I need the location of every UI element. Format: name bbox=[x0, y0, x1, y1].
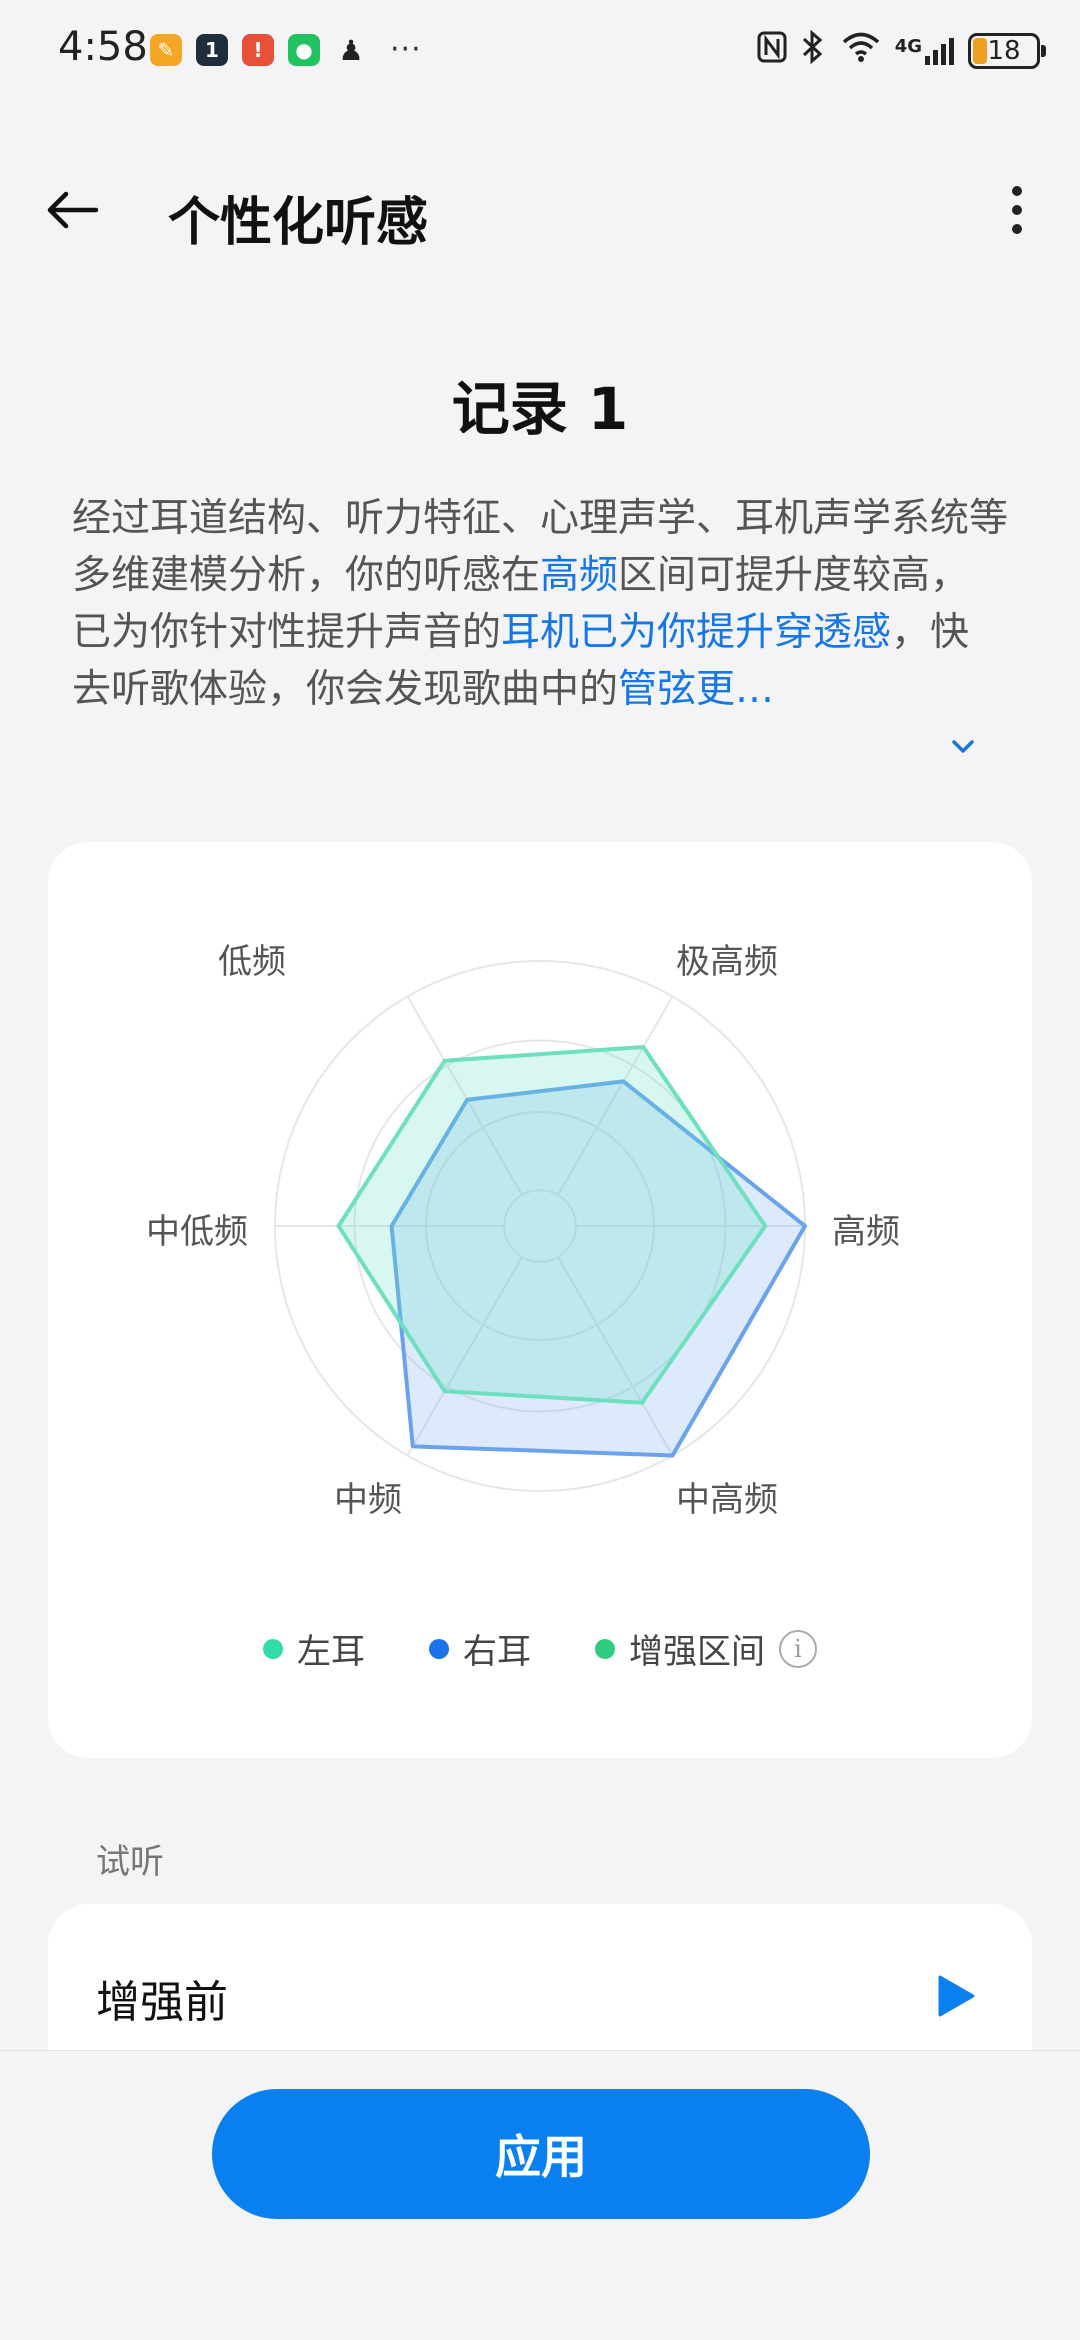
info-icon[interactable]: i bbox=[779, 1629, 817, 1668]
desc-highlight: 高频 bbox=[540, 553, 619, 598]
red-app-icon: ! bbox=[242, 34, 274, 66]
play-icon[interactable] bbox=[936, 1974, 976, 2018]
back-button[interactable] bbox=[44, 180, 124, 240]
legend-left-ear: 左耳 bbox=[263, 1624, 365, 1673]
nfc-icon bbox=[757, 31, 787, 71]
notification-icons: ✎ 1 ! ● ♟ ··· bbox=[150, 32, 422, 67]
network-type: 4G bbox=[894, 36, 922, 57]
radar-axis-label: 高频 bbox=[832, 1212, 900, 1252]
page-title: 个性化听感 bbox=[168, 193, 429, 253]
status-time: 4:58 bbox=[58, 24, 148, 70]
orange-app-icon: ✎ bbox=[150, 34, 182, 66]
legend-dot-right-ear bbox=[429, 1638, 449, 1659]
radar-axis-label: 中低频 bbox=[146, 1212, 248, 1252]
radar-axis-label: 中高频 bbox=[676, 1480, 778, 1520]
chevron-down-icon[interactable] bbox=[948, 732, 978, 762]
section-label-audition: 试听 bbox=[96, 1842, 164, 1882]
desc-highlight: 耳机已为你提升穿透感 bbox=[501, 610, 892, 655]
more-vertical-icon bbox=[1012, 186, 1022, 196]
back-arrow-icon bbox=[47, 191, 99, 229]
legend-enhanced: 增强区间 i bbox=[595, 1624, 817, 1673]
chart-legend: 左耳 右耳 增强区间 i bbox=[48, 1624, 1032, 1673]
menu-dot bbox=[1012, 224, 1022, 234]
radar-axis-label: 极高频 bbox=[676, 942, 778, 982]
dark-app-icon: 1 bbox=[196, 34, 228, 66]
battery-level: 18 bbox=[987, 36, 1021, 66]
desc-highlight: 管弦更… bbox=[618, 667, 775, 712]
more-options-button[interactable] bbox=[1002, 180, 1032, 240]
bottom-action-bar: 应用 bbox=[0, 2050, 1080, 2340]
legend-label: 右耳 bbox=[463, 1632, 531, 1672]
wechat-icon: ● bbox=[288, 34, 320, 66]
battery-icon: 18 bbox=[968, 33, 1046, 69]
legend-label: 增强区间 bbox=[629, 1632, 765, 1672]
legend-label: 左耳 bbox=[297, 1632, 365, 1672]
radar-axis-label: 中频 bbox=[334, 1480, 402, 1520]
record-title: 记录 1 bbox=[451, 375, 629, 443]
legend-dot-enhanced bbox=[595, 1638, 615, 1659]
radar-axis-label: 低频 bbox=[218, 942, 286, 982]
radar-chart-card: 低频 极高频高频中高频 中频 中低频 左耳 右耳 增强区间 i bbox=[48, 842, 1032, 1758]
audition-before-label: 增强前 bbox=[96, 1977, 228, 2028]
menu-dot bbox=[1012, 205, 1022, 215]
legend-right-ear: 右耳 bbox=[429, 1624, 531, 1673]
cellular-signal-icon: 4G bbox=[895, 36, 954, 66]
record-description: 经过耳道结构、听力特征、心理声学、耳机声学系统等多维建模分析，你的听感在高频区间… bbox=[72, 490, 1008, 718]
wifi-icon bbox=[841, 31, 881, 71]
status-bar: 4:58 ✎ 1 ! ● ♟ ··· 4G 18 bbox=[0, 0, 1080, 100]
more-notifications-icon: ··· bbox=[390, 32, 422, 67]
system-icons: 4G 18 bbox=[757, 29, 1046, 72]
apply-button[interactable]: 应用 bbox=[212, 2089, 870, 2219]
legend-dot-left-ear bbox=[263, 1638, 283, 1659]
bluetooth-icon bbox=[801, 29, 827, 72]
qq-penguin-icon: ♟ bbox=[338, 33, 364, 67]
app-header: 个性化听感 bbox=[0, 160, 1080, 260]
